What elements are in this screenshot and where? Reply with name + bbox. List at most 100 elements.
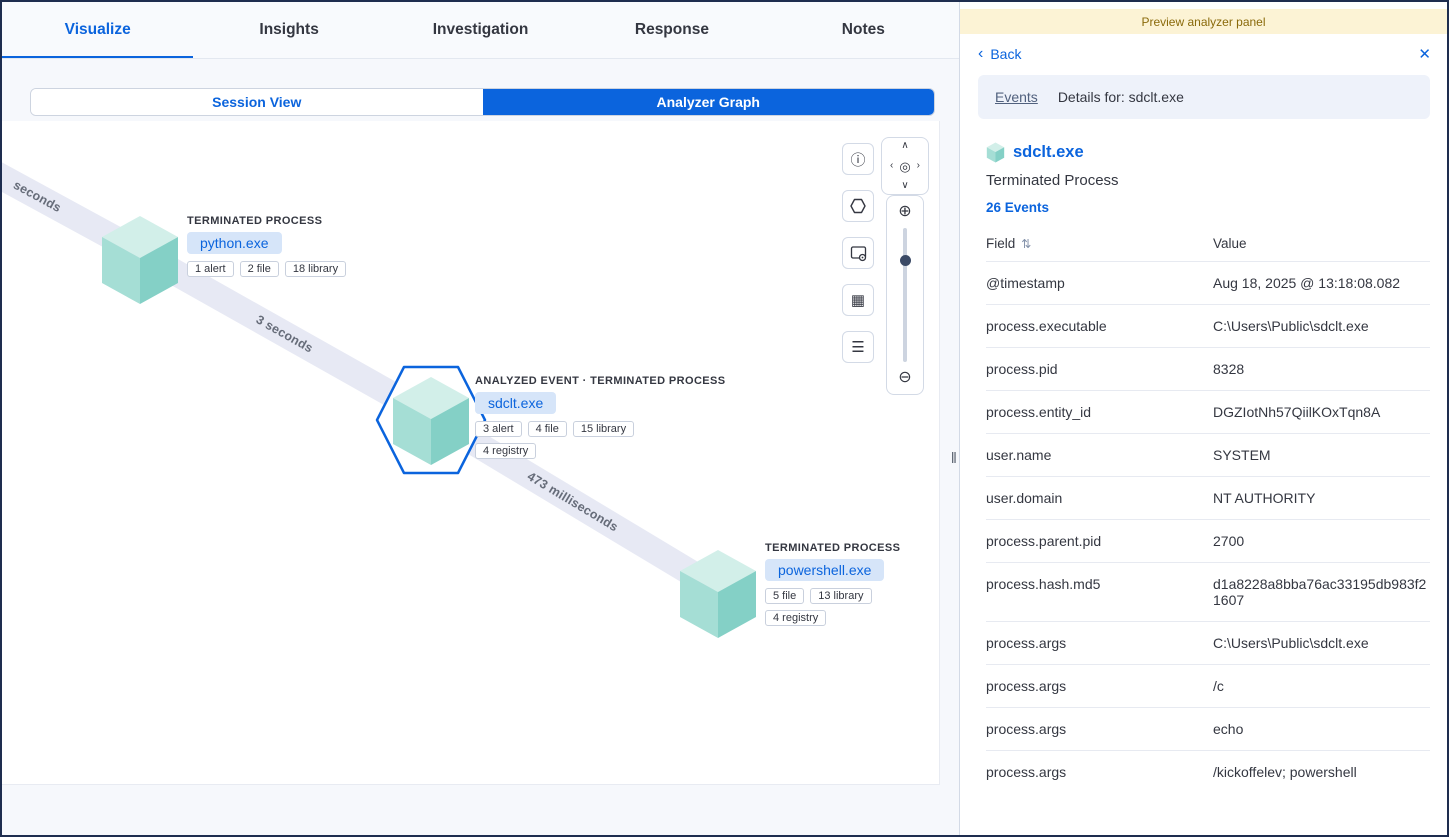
node-kind-label: TERMINATED PROCESS bbox=[765, 542, 940, 554]
node-kind-label: TERMINATED PROCESS bbox=[187, 215, 447, 227]
chevron-left-icon: ‹ bbox=[978, 46, 983, 62]
value-cell: DGZIotNh57QiilKOxTqn8A bbox=[1213, 391, 1430, 434]
value-cell: d1a8228a8bba76ac33195db983f21607 bbox=[1213, 563, 1430, 622]
breadcrumb-details: Details for: sdclt.exe bbox=[1058, 89, 1184, 105]
zoom-slider[interactable] bbox=[887, 228, 923, 362]
value-cell: C:\Users\Public\sdclt.exe bbox=[1213, 305, 1430, 348]
tab-notes[interactable]: Notes bbox=[768, 2, 959, 58]
field-cell: user.name bbox=[986, 434, 1213, 477]
node-kind-label: ANALYZED EVENT · TERMINATED PROCESS bbox=[475, 375, 735, 387]
field-cell: process.hash.md5 bbox=[986, 563, 1213, 622]
field-cell: process.args bbox=[986, 622, 1213, 665]
value-cell: /c bbox=[1213, 665, 1430, 708]
back-button[interactable]: ‹ Back bbox=[978, 46, 1021, 62]
breadcrumb-events-link[interactable]: Events bbox=[995, 89, 1038, 105]
view-toggle: Session View Analyzer Graph bbox=[30, 88, 935, 116]
count-badge[interactable]: 4 registry bbox=[765, 610, 826, 626]
value-cell: C:\Users\Public\sdclt.exe bbox=[1213, 622, 1430, 665]
table-row: user.name SYSTEM bbox=[986, 434, 1430, 477]
tab-insights[interactable]: Insights bbox=[193, 2, 384, 58]
tab-response[interactable]: Response bbox=[576, 2, 767, 58]
pan-left-button[interactable]: ‹ bbox=[890, 161, 893, 171]
pan-up-button[interactable]: ∧ bbox=[901, 141, 908, 151]
node-badges: 5 file 13 library 4 registry bbox=[765, 588, 900, 626]
field-value-table: Field ⇅ Value @timestamp Aug 18, 2025 @ … bbox=[986, 230, 1430, 793]
pan-down-button[interactable]: ∨ bbox=[901, 181, 908, 191]
schema-info-button[interactable]: ⓘ bbox=[842, 143, 874, 175]
grid-view-button[interactable]: ▦ bbox=[842, 284, 874, 316]
count-badge[interactable]: 18 library bbox=[285, 261, 346, 277]
panel-header: ‹ Back ✕ bbox=[960, 34, 1447, 71]
process-name-button[interactable]: python.exe bbox=[187, 232, 282, 254]
field-column-header: Field ⇅ bbox=[986, 230, 1213, 262]
table-row: process.args /c bbox=[986, 665, 1430, 708]
table-row: process.args echo bbox=[986, 708, 1430, 751]
events-list-button[interactable]: ☰ bbox=[842, 331, 874, 363]
count-badge[interactable]: 13 library bbox=[810, 588, 871, 604]
field-cell: process.args bbox=[986, 751, 1213, 794]
list-icon: ☰ bbox=[851, 338, 864, 356]
value-cell: /kickoffelev; powershell bbox=[1213, 751, 1430, 794]
panel-settings-button[interactable] bbox=[842, 237, 874, 269]
edge-label: 473 milliseconds bbox=[525, 469, 621, 534]
node-legend-button[interactable] bbox=[842, 190, 874, 222]
edge-label: seconds bbox=[11, 178, 63, 215]
table-body: @timestamp Aug 18, 2025 @ 13:18:08.082 p… bbox=[986, 262, 1430, 794]
count-badge[interactable]: 15 library bbox=[573, 421, 634, 437]
count-badge[interactable]: 4 registry bbox=[475, 443, 536, 459]
field-cell: @timestamp bbox=[986, 262, 1213, 305]
table-row: process.parent.pid 2700 bbox=[986, 520, 1430, 563]
top-tab-bar: Visualize Insights Investigation Respons… bbox=[2, 2, 959, 59]
value-cell: echo bbox=[1213, 708, 1430, 751]
tab-investigation[interactable]: Investigation bbox=[385, 2, 576, 58]
session-view-button[interactable]: Session View bbox=[31, 89, 483, 115]
breadcrumb: Events Details for: sdclt.exe bbox=[978, 75, 1430, 119]
panel-resize-handle[interactable]: ‖ bbox=[951, 450, 957, 467]
count-badge[interactable]: 5 file bbox=[765, 588, 804, 604]
sort-icon[interactable]: ⇅ bbox=[1021, 237, 1031, 251]
count-badge[interactable]: 1 alert bbox=[187, 261, 234, 277]
value-cell: 8328 bbox=[1213, 348, 1430, 391]
process-cube-icon[interactable] bbox=[391, 375, 471, 467]
process-name-button[interactable]: sdclt.exe bbox=[475, 392, 556, 414]
panel-gear-icon bbox=[850, 245, 867, 262]
analyzer-preview-panel: Preview analyzer panel ‹ Back ✕ Events D… bbox=[959, 2, 1447, 835]
node-details-header: sdclt.exe Terminated Process 26 Events bbox=[960, 119, 1447, 215]
tab-visualize[interactable]: Visualize bbox=[2, 2, 193, 58]
pan-right-button[interactable]: › bbox=[917, 161, 920, 171]
process-cube-icon[interactable] bbox=[100, 214, 180, 306]
process-cube-icon bbox=[986, 142, 1005, 163]
field-cell: process.args bbox=[986, 708, 1213, 751]
field-cell: process.parent.pid bbox=[986, 520, 1213, 563]
zoom-control: ⊕ ⊖ bbox=[886, 195, 924, 395]
process-title: sdclt.exe bbox=[1013, 143, 1084, 162]
node-badges: 3 alert 4 file 15 library 4 registry bbox=[475, 421, 650, 459]
zoom-thumb[interactable] bbox=[900, 255, 911, 266]
center-graph-button[interactable]: ◎ bbox=[899, 160, 910, 173]
pan-controls: ∧ ‹ ◎ › ∨ bbox=[881, 137, 929, 195]
security-analyzer-window: Visualize Insights Investigation Respons… bbox=[0, 0, 1449, 837]
table-row: @timestamp Aug 18, 2025 @ 13:18:08.082 bbox=[986, 262, 1430, 305]
count-badge[interactable]: 3 alert bbox=[475, 421, 522, 437]
analyzer-graph-canvas[interactable]: seconds 3 seconds 473 milliseconds TERMI… bbox=[2, 121, 940, 785]
count-badge[interactable]: 2 file bbox=[240, 261, 279, 277]
analyzer-graph-button[interactable]: Analyzer Graph bbox=[483, 89, 935, 115]
count-badge[interactable]: 4 file bbox=[528, 421, 567, 437]
visualize-pane: Visualize Insights Investigation Respons… bbox=[2, 2, 959, 835]
close-icon[interactable]: ✕ bbox=[1418, 45, 1431, 63]
table-row: user.domain NT AUTHORITY bbox=[986, 477, 1430, 520]
hexagon-icon bbox=[850, 198, 866, 214]
events-count-link[interactable]: 26 Events bbox=[986, 200, 1429, 215]
zoom-out-button[interactable]: ⊖ bbox=[898, 370, 911, 386]
grid-icon: ▦ bbox=[851, 291, 865, 309]
table-row: process.hash.md5 d1a8228a8bba76ac33195db… bbox=[986, 563, 1430, 622]
process-name-button[interactable]: powershell.exe bbox=[765, 559, 884, 581]
value-cell: 2700 bbox=[1213, 520, 1430, 563]
zoom-in-button[interactable]: ⊕ bbox=[898, 204, 911, 220]
field-cell: process.args bbox=[986, 665, 1213, 708]
table-row: process.args C:\Users\Public\sdclt.exe bbox=[986, 622, 1430, 665]
process-cube-icon[interactable] bbox=[678, 548, 758, 640]
field-cell: user.domain bbox=[986, 477, 1213, 520]
process-node-sdclt: ANALYZED EVENT · TERMINATED PROCESS sdcl… bbox=[374, 358, 488, 482]
node-badges: 1 alert 2 file 18 library bbox=[187, 261, 377, 277]
